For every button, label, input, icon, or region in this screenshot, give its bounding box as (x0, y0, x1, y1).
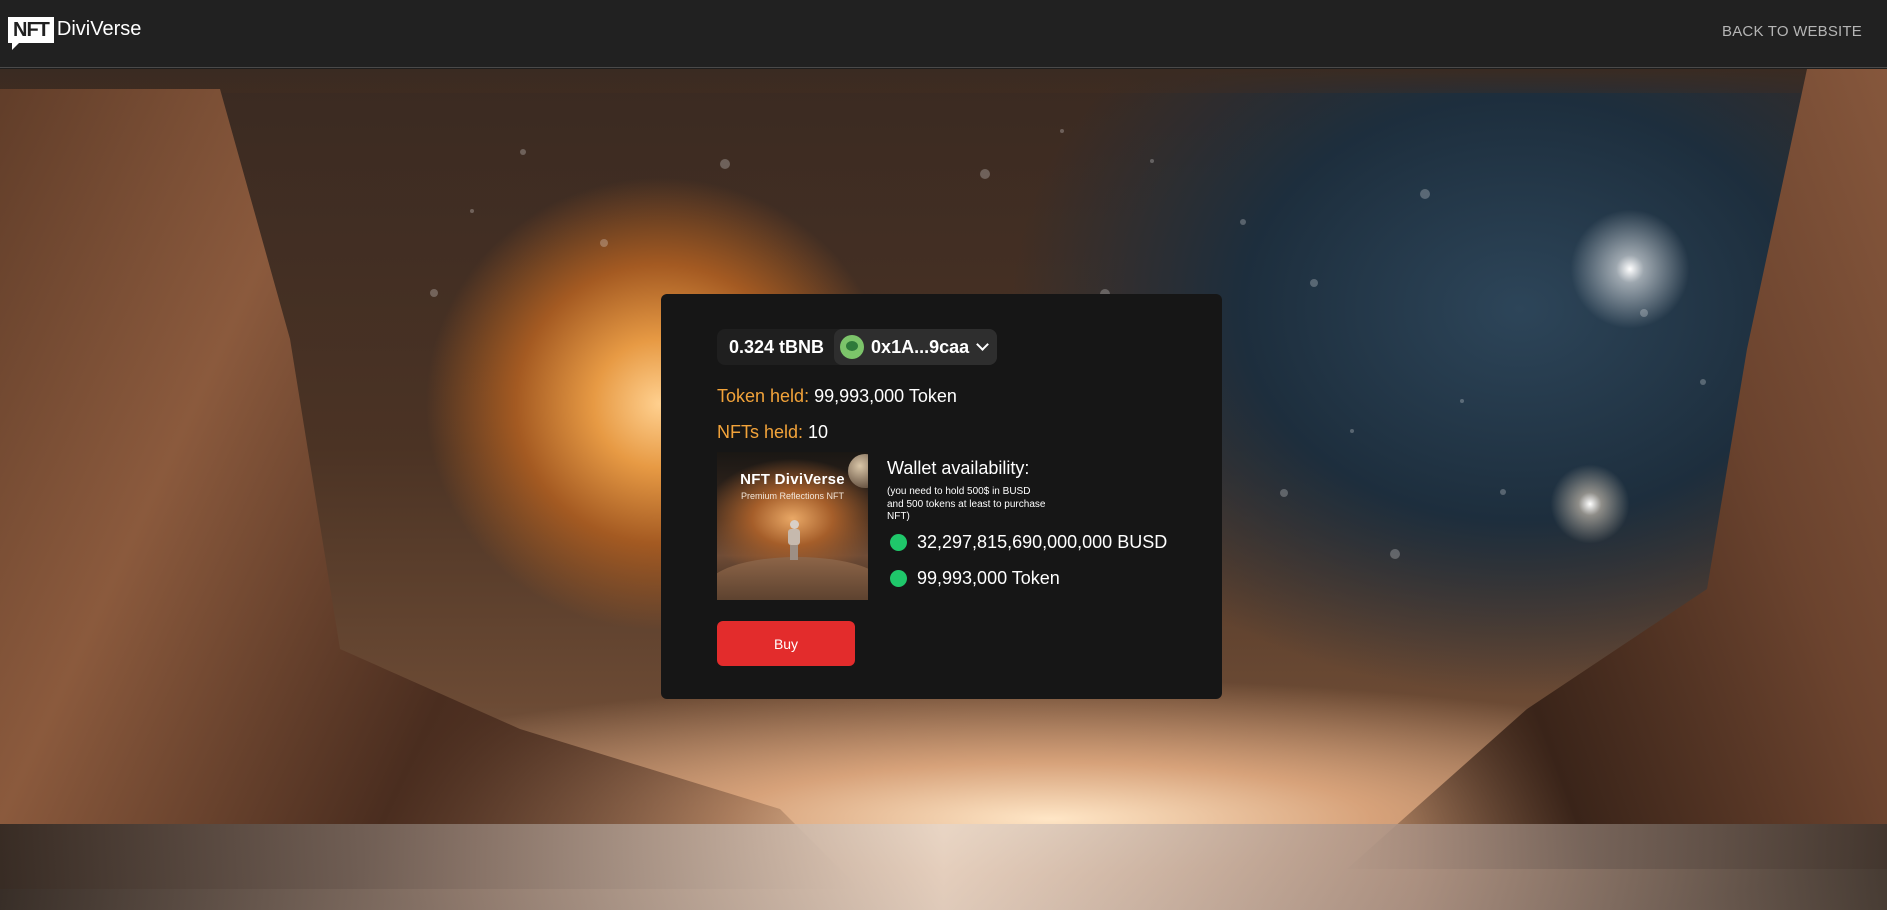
token-availability-value: 99,993,000 Token (917, 568, 1060, 588)
background-star (1700, 379, 1706, 385)
buy-button[interactable]: Buy (717, 621, 855, 666)
background-star (430, 289, 438, 297)
status-ok-icon (890, 534, 907, 551)
background-star (1310, 279, 1318, 287)
background-star (980, 169, 990, 179)
wallet-avatar-icon (840, 335, 865, 359)
background-star (600, 239, 608, 247)
background-star (1390, 549, 1400, 559)
token-held-label: Token held: (717, 386, 810, 406)
nft-ground (717, 557, 868, 600)
background-star (1150, 159, 1154, 163)
back-to-website-link[interactable]: BACK TO WEBSITE (1722, 23, 1862, 40)
background-star (1420, 189, 1430, 199)
token-held-value: 99,993,000 Token (814, 386, 957, 406)
background-star (470, 209, 474, 213)
background-star (1280, 489, 1288, 497)
nfts-held-stat: NFTs held: 10 (717, 422, 828, 443)
scene-top-shade (0, 69, 1887, 93)
background-star (520, 149, 526, 155)
background-star (1640, 309, 1648, 317)
status-ok-icon (890, 570, 907, 587)
wallet-balance: 0.324 tBNB (729, 337, 825, 357)
chevron-down-icon (976, 338, 989, 351)
token-availability: 99,993,000 Token (890, 568, 1060, 589)
nft-title: NFT DiviVerse (740, 471, 845, 488)
token-held-stat: Token held: 99,993,000 Token (717, 386, 957, 407)
background-star (720, 159, 730, 169)
nfts-held-value: 10 (808, 422, 829, 442)
site-logo[interactable]: NFT DiviVerse (8, 17, 142, 50)
background-star (1060, 129, 1064, 133)
background-star (1240, 219, 1246, 225)
star-glow (1560, 199, 1700, 339)
nft-preview-image: NFT DiviVerse Premium Reflections NFT (717, 452, 868, 600)
mint-panel: 0.324 tBNB 0x1A...9caa Token held: 99,99… (661, 294, 1222, 699)
busd-availability: 32,297,815,690,000,000 BUSD (890, 532, 1167, 553)
astronaut-figure (788, 520, 800, 560)
wallet-connect-widget: 0.324 tBNB 0x1A...9caa (717, 329, 998, 365)
planet-horizon (0, 824, 1887, 910)
logo-badge: NFT (8, 17, 54, 50)
account-button[interactable]: 0x1A...9caa (834, 329, 998, 365)
background-star (1350, 429, 1354, 433)
busd-availability-value: 32,297,815,690,000,000 BUSD (917, 532, 1168, 552)
top-navigation-bar: NFT DiviVerse BACK TO WEBSITE (0, 0, 1887, 68)
nfts-held-label: NFTs held: (717, 422, 804, 442)
star-glow (1545, 459, 1635, 549)
nft-subtitle: Premium Reflections NFT (740, 491, 845, 501)
wallet-availability-note: (you need to hold 500$ in BUSD and 500 t… (887, 486, 1046, 522)
background-star (1500, 489, 1506, 495)
background-star (1460, 399, 1464, 403)
logo-text: DiviVerse (56, 18, 142, 40)
wallet-availability-title: Wallet availability: (887, 458, 1030, 478)
wallet-address: 0x1A...9caa (871, 336, 970, 357)
